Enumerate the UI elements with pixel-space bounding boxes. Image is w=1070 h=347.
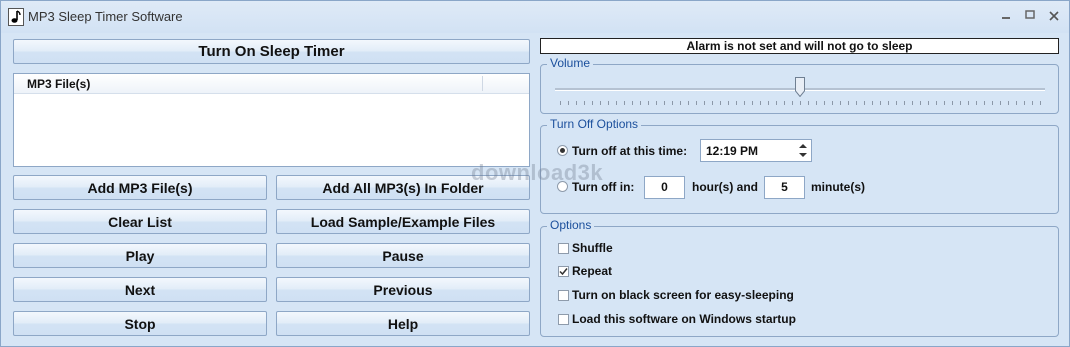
shuffle-checkbox[interactable] [558, 243, 569, 254]
list-header[interactable]: MP3 File(s) [14, 74, 529, 94]
hours-input[interactable]: 0 [644, 176, 685, 199]
startup-label[interactable]: Load this software on Windows startup [572, 312, 796, 326]
maximize-button[interactable] [1019, 7, 1041, 25]
minimize-icon [1002, 17, 1010, 19]
watermark: download3k [471, 160, 604, 185]
volume-group-title: Volume [547, 56, 594, 70]
checkmark-icon [559, 268, 568, 276]
volume-slider-ticks [560, 101, 1044, 105]
close-button[interactable] [1043, 7, 1065, 25]
music-note-icon [8, 8, 24, 26]
black-screen-label[interactable]: Turn on black screen for easy-sleeping [572, 288, 794, 302]
options-group-title: Options [547, 218, 595, 232]
pause-button[interactable]: Pause [276, 243, 530, 268]
black-screen-checkbox[interactable] [558, 290, 569, 301]
column-header-mp3-files[interactable]: MP3 File(s) [27, 77, 90, 91]
alarm-status: Alarm is not set and will not go to slee… [540, 38, 1059, 54]
startup-checkbox[interactable] [558, 314, 569, 325]
app-window: MP3 Sleep Timer Software Turn On Sleep T… [0, 0, 1070, 347]
column-separator[interactable] [482, 76, 483, 91]
volume-slider-thumb[interactable] [795, 77, 805, 97]
turn-off-at-time-radio[interactable] [557, 145, 568, 156]
turn-on-sleep-timer-button[interactable]: Turn On Sleep Timer [13, 39, 530, 64]
turn-off-options-group: Turn Off Options Turn off at this time: … [540, 117, 1059, 214]
next-button[interactable]: Next [13, 277, 267, 302]
turn-off-time-value: 12:19 PM [706, 144, 759, 158]
previous-button[interactable]: Previous [276, 277, 530, 302]
shuffle-label[interactable]: Shuffle [572, 241, 613, 255]
hours-label: hour(s) and [692, 180, 758, 194]
minimize-button[interactable] [995, 7, 1017, 25]
mp3-file-list[interactable]: MP3 File(s) [13, 73, 530, 167]
volume-group: Volume [540, 56, 1059, 114]
turn-off-at-time-label[interactable]: Turn off at this time: [572, 144, 687, 158]
minutes-input[interactable]: 5 [764, 176, 805, 199]
turn-off-time-picker[interactable]: 12:19 PM [700, 139, 812, 162]
maximize-icon [1025, 10, 1035, 19]
close-icon [1049, 11, 1059, 21]
repeat-label[interactable]: Repeat [572, 264, 612, 278]
stop-button[interactable]: Stop [13, 311, 267, 336]
clear-list-button[interactable]: Clear List [13, 209, 267, 234]
load-sample-button[interactable]: Load Sample/Example Files [276, 209, 530, 234]
play-button[interactable]: Play [13, 243, 267, 268]
repeat-checkbox[interactable] [558, 266, 569, 277]
minutes-label: minute(s) [811, 180, 865, 194]
options-group: Options Shuffle Repeat Turn on black scr… [540, 218, 1059, 337]
window-title: MP3 Sleep Timer Software [28, 9, 183, 24]
client-area: Turn On Sleep Timer MP3 File(s) Add MP3 … [5, 33, 1067, 342]
add-mp3-files-button[interactable]: Add MP3 File(s) [13, 175, 267, 200]
title-bar[interactable]: MP3 Sleep Timer Software [1, 1, 1069, 33]
turn-off-options-title: Turn Off Options [547, 117, 642, 131]
help-button[interactable]: Help [276, 311, 530, 336]
time-spinner-icon[interactable] [796, 141, 810, 160]
